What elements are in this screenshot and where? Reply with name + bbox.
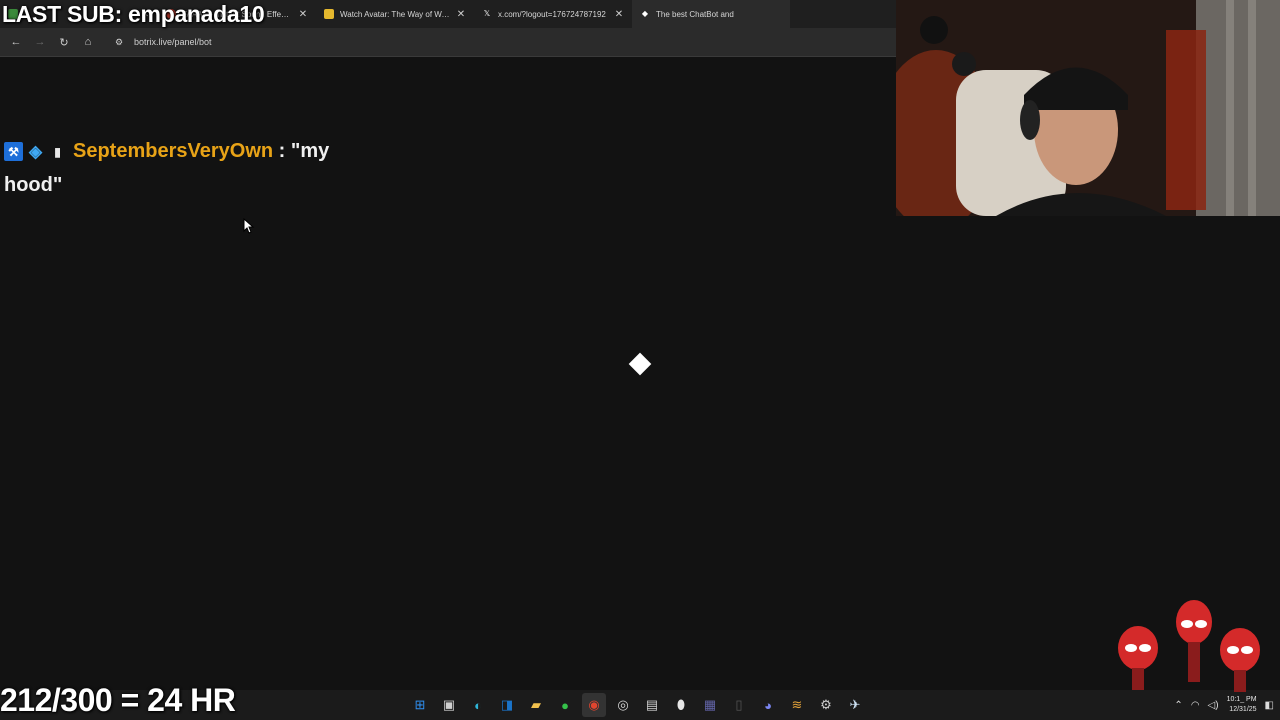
chat-separator: : bbox=[273, 140, 291, 162]
webcam-feed bbox=[896, 0, 1280, 216]
steam-icon[interactable]: ✈ bbox=[843, 693, 867, 717]
home-icon[interactable]: ⌂ bbox=[78, 32, 98, 52]
teams-icon[interactable]: ▦ bbox=[698, 693, 722, 717]
tab-4[interactable]: 𝕏 x.com/?logout=176724787192 ✕ bbox=[474, 0, 632, 28]
webcam-image bbox=[896, 0, 1280, 216]
tab-title: Watch Avatar: The Way of Wate bbox=[340, 9, 450, 19]
chrome-icon[interactable]: ◉ bbox=[582, 693, 606, 717]
obs-icon[interactable]: ◎ bbox=[611, 693, 635, 717]
hammer-badge-icon: ⚒ bbox=[4, 142, 23, 162]
browser-toolbar: ← → ↻ ⌂ ⚙ botrix.live/panel/bot bbox=[0, 28, 896, 57]
task-view-icon[interactable]: ▣ bbox=[437, 693, 461, 717]
edge-icon[interactable]: ◐ bbox=[466, 693, 490, 717]
ghost-app-icon[interactable]: ▯ bbox=[727, 693, 751, 717]
maps-pin-icon[interactable]: ⬮ bbox=[669, 693, 693, 717]
spider-character-middle bbox=[1176, 600, 1212, 682]
volume-icon[interactable]: ◁) bbox=[1208, 700, 1219, 711]
tab-3[interactable]: Watch Avatar: The Way of Wate ✕ bbox=[316, 0, 474, 28]
close-tab-icon[interactable]: ✕ bbox=[298, 9, 308, 20]
mouse-cursor-icon bbox=[243, 218, 255, 234]
discord-icon[interactable]: ◕ bbox=[756, 693, 780, 717]
outlook-icon[interactable]: ◨ bbox=[495, 693, 519, 717]
chevron-up-icon[interactable]: ⌃ bbox=[1174, 700, 1182, 711]
yellow-square-icon bbox=[324, 9, 334, 19]
url-text: botrix.live/panel/bot bbox=[134, 37, 212, 47]
settings-icon[interactable]: ⚙ bbox=[814, 693, 838, 717]
file-explorer-icon[interactable]: ▰ bbox=[524, 693, 548, 717]
layers-app-icon[interactable]: ≋ bbox=[785, 693, 809, 717]
chat-username: SeptembersVeryOwn bbox=[73, 140, 274, 162]
tab-title: The best ChatBot and bbox=[656, 9, 734, 19]
close-tab-icon[interactable]: ✕ bbox=[456, 9, 466, 20]
spider-characters-overlay bbox=[1118, 600, 1260, 692]
clock[interactable]: 10:1_ PM 12/31/25 bbox=[1227, 695, 1257, 715]
reload-icon[interactable]: ↻ bbox=[54, 32, 74, 52]
spider-character-left bbox=[1118, 626, 1158, 690]
gift-badge-icon: ▮ bbox=[54, 144, 61, 159]
tab-title: x.com/?logout=176724787192 bbox=[498, 9, 606, 19]
tab-5[interactable]: ◆ The best ChatBot and bbox=[632, 0, 790, 28]
spider-character-right bbox=[1220, 628, 1260, 692]
taskbar-apps: ⊞ ▣ ◐ ◨ ▰ ● ◉ ◎ ▤ ⬮ ▦ ▯ ◕ ≋ ⚙ ✈ bbox=[408, 693, 867, 717]
wifi-icon[interactable]: ◠ bbox=[1191, 700, 1200, 711]
clock-date: 12/31/25 bbox=[1229, 706, 1257, 713]
subathon-goal-overlay: 212/300 = 24 HR bbox=[0, 682, 236, 718]
store-icon[interactable]: ▤ bbox=[640, 693, 664, 717]
loading-diamond-icon bbox=[628, 352, 652, 376]
back-arrow-icon[interactable]: ← bbox=[6, 32, 26, 52]
notifications-icon[interactable]: ◧ bbox=[1265, 700, 1274, 711]
forward-arrow-icon[interactable]: → bbox=[30, 32, 50, 52]
badge-group: ⚒ ◈ ▮ bbox=[4, 141, 67, 162]
close-tab-icon[interactable]: ✕ bbox=[614, 9, 624, 20]
site-info-icon[interactable]: ⚙ bbox=[112, 37, 126, 48]
windows-start-icon[interactable]: ⊞ bbox=[408, 693, 432, 717]
screen: ✕ FAAAH - Instant Sound Effect B ✕ Watch… bbox=[0, 0, 1280, 720]
chat-message: ⚒ ◈ ▮ SeptembersVeryOwn : "my hood" bbox=[4, 134, 364, 202]
x-logo-icon: 𝕏 bbox=[483, 9, 491, 18]
last-sub-overlay: LAST SUB: empanada10 bbox=[2, 1, 265, 27]
botrix-icon: ◆ bbox=[641, 9, 649, 18]
cube-badge-icon: ◈ bbox=[28, 141, 43, 161]
address-bar[interactable]: ⚙ botrix.live/panel/bot bbox=[108, 32, 868, 52]
xbox-icon[interactable]: ● bbox=[553, 693, 577, 717]
